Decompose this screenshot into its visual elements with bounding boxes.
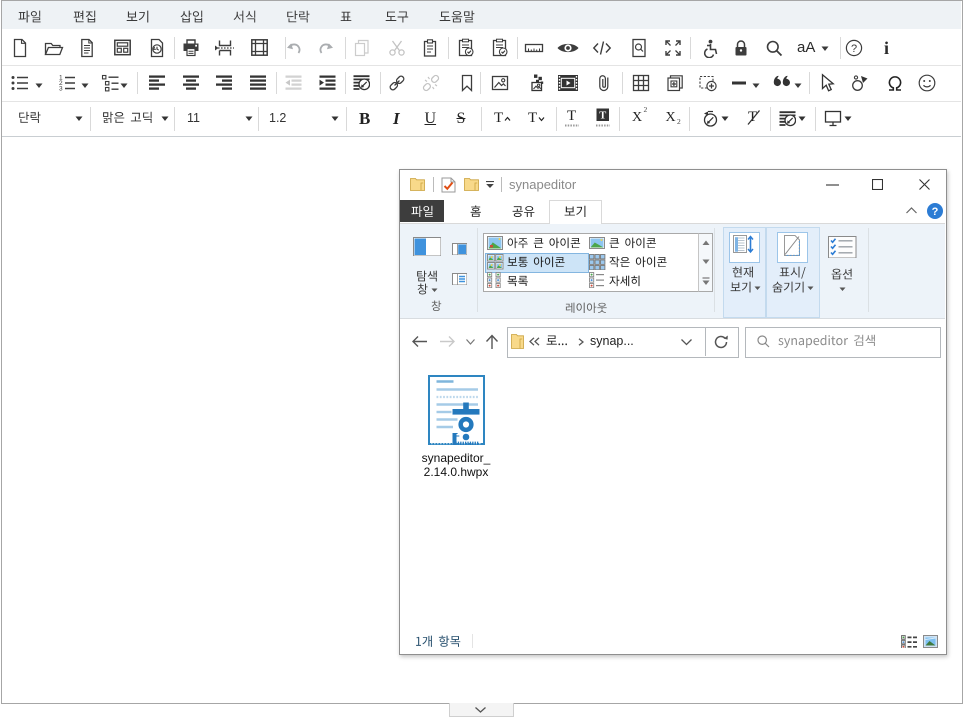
svg-text:?: ?: [932, 206, 939, 218]
svg-text:T: T: [599, 110, 606, 121]
svg-text:3: 3: [59, 85, 63, 92]
svg-text:?: ?: [850, 43, 856, 55]
